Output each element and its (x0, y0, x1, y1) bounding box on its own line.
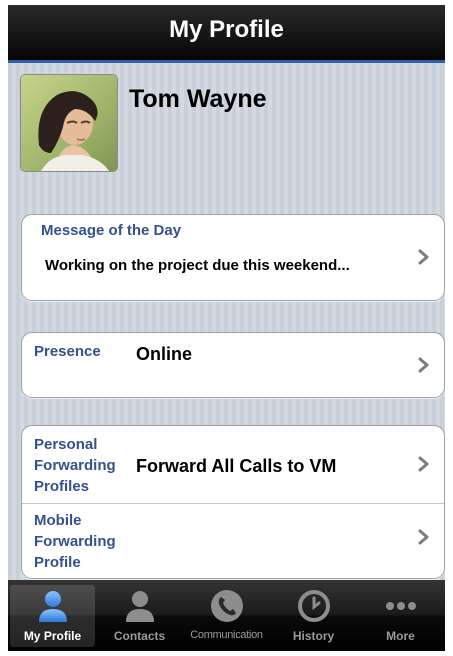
chevron-right-icon (418, 249, 429, 265)
presence-group: Presence Online (21, 332, 445, 398)
profile-name: Tom Wayne (129, 85, 267, 113)
tab-more[interactable]: More (358, 585, 443, 647)
personal-forwarding-value: Forward All Calls to VM (136, 456, 337, 476)
presence-cell[interactable]: Presence Online (22, 333, 444, 397)
presence-label: Presence (34, 343, 101, 360)
tab-label: More (386, 629, 415, 643)
mobile-forwarding-profile-cell[interactable]: Mobile Forwarding Profile (22, 504, 444, 578)
navigation-bar: My Profile (8, 5, 445, 63)
personal-forwarding-profiles-cell[interactable]: Personal Forwarding Profiles Forward All… (22, 426, 444, 504)
chevron-right-icon (418, 529, 429, 545)
more-dots-icon (386, 602, 416, 610)
tab-communication[interactable]: Communication (184, 585, 269, 647)
tab-contacts[interactable]: Contacts (97, 585, 182, 647)
contacts-icon (126, 591, 154, 622)
person-icon (39, 591, 67, 622)
forwarding-profiles-group: Personal Forwarding Profiles Forward All… (21, 425, 445, 579)
message-label: Message of the Day (41, 222, 182, 239)
tab-bar: My Profile Contacts Communication Histor… (8, 580, 445, 651)
page-title: My Profile (169, 16, 284, 43)
message-of-the-day-group: Message of the Day Working on the projec… (21, 214, 445, 301)
clock-icon (298, 590, 330, 622)
chevron-right-icon (418, 357, 429, 373)
avatar[interactable] (20, 74, 118, 172)
chevron-right-icon (418, 456, 429, 472)
app-screen: My Profile Tom Wayne Message of the Day (8, 5, 445, 651)
tab-label: My Profile (23, 629, 82, 643)
tab-label: Contacts (113, 629, 166, 643)
personal-forwarding-label: Personal Forwarding Profiles (34, 436, 116, 495)
presence-value: Online (136, 344, 193, 364)
message-of-the-day-cell[interactable]: Message of the Day Working on the projec… (22, 215, 444, 300)
message-value: Working on the project due this weekend.… (45, 257, 350, 274)
tab-history[interactable]: History (271, 585, 356, 647)
phone-icon (211, 590, 243, 622)
tab-label: History (292, 629, 335, 643)
mobile-forwarding-label: Mobile Forwarding Profile (34, 512, 116, 571)
tab-my-profile[interactable]: My Profile (10, 585, 95, 647)
tab-label: Communication (190, 629, 263, 641)
